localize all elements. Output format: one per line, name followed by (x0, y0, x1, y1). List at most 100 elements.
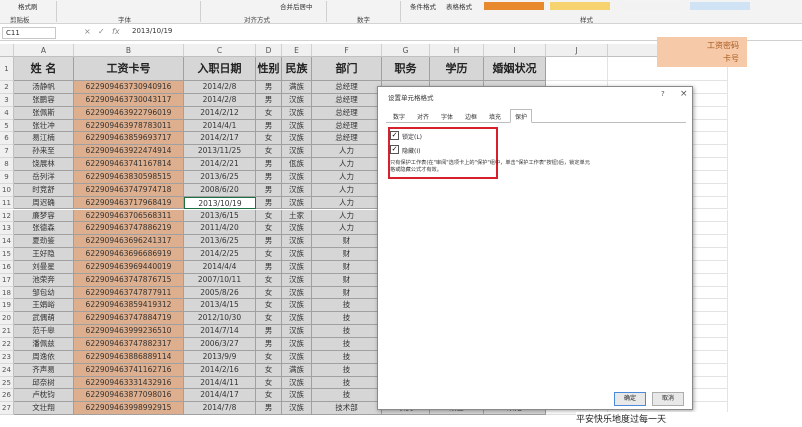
column-header[interactable]: B (74, 44, 184, 57)
row-header[interactable]: 19 (0, 299, 14, 313)
table-cell[interactable]: 张德森 (14, 222, 74, 236)
table-cell[interactable]: 人力 (312, 158, 382, 171)
table-cell[interactable]: 潘佩兹 (14, 338, 74, 351)
table-cell[interactable]: 饶展林 (14, 158, 74, 171)
table-cell[interactable]: 刘曼星 (14, 260, 74, 274)
table-cell[interactable]: 汉族 (282, 273, 312, 287)
table-cell[interactable]: 622909463747876715 (74, 273, 184, 287)
row-header[interactable]: 18 (0, 286, 14, 300)
table-cell[interactable]: 男 (256, 93, 282, 107)
table-cell[interactable]: 人力 (312, 145, 382, 159)
close-icon[interactable]: × (680, 89, 688, 99)
table-cell[interactable]: 女 (256, 209, 282, 223)
table-header-cell[interactable]: 婚姻状况 (484, 57, 546, 81)
table-header-cell[interactable]: 部门 (312, 57, 382, 81)
column-header[interactable]: I (484, 44, 546, 57)
table-cell[interactable]: 2011/4/20 (184, 222, 256, 236)
table-cell[interactable]: 2014/7/8 (184, 402, 256, 416)
table-cell[interactable]: 佤族 (282, 158, 312, 171)
table-cell[interactable]: 技 (312, 338, 382, 351)
table-cell[interactable]: 汉族 (282, 299, 312, 313)
table-cell[interactable]: 女 (256, 312, 282, 326)
table-cell[interactable]: 张鹏容 (14, 93, 74, 107)
table-cell[interactable]: 女 (256, 389, 282, 403)
table-cell[interactable]: 总经理 (312, 132, 382, 146)
table-cell[interactable]: 技 (312, 350, 382, 364)
table-cell[interactable]: 王好隐 (14, 248, 74, 261)
ok-button[interactable]: 确定 (614, 392, 646, 406)
table-cell[interactable]: 622909463696686919 (74, 248, 184, 261)
style-swatch-3[interactable] (620, 2, 680, 10)
table-cell[interactable]: 女 (256, 286, 282, 300)
formula-input[interactable]: 2013/10/19 (132, 27, 172, 35)
table-cell[interactable]: 2013/6/15 (184, 209, 256, 223)
table-cell[interactable]: 622909463730043117 (74, 93, 184, 107)
table-header-cell[interactable]: 工资卡号 (74, 57, 184, 81)
table-cell[interactable]: 汉族 (282, 312, 312, 326)
table-header-cell[interactable]: 姓 名 (14, 57, 74, 81)
table-cell[interactable]: 汉族 (282, 183, 312, 197)
table-cell[interactable]: 人力 (312, 170, 382, 184)
table-cell[interactable]: 622909463741162716 (74, 363, 184, 377)
table-cell[interactable]: 总经理 (312, 81, 382, 94)
table-cell[interactable]: 汉族 (282, 119, 312, 133)
table-cell[interactable]: 张壮冲 (14, 119, 74, 133)
table-cell[interactable]: 2013/9/9 (184, 350, 256, 364)
grid-cell[interactable] (546, 57, 608, 81)
table-cell[interactable]: 622909463717968419 (74, 196, 184, 210)
table-cell[interactable]: 总经理 (312, 93, 382, 107)
table-cell[interactable]: 财 (312, 248, 382, 261)
table-cell[interactable]: 周迟确 (14, 196, 74, 210)
table-cell[interactable]: 汉族 (282, 260, 312, 274)
row-header[interactable]: 3 (0, 93, 14, 107)
table-cell[interactable]: 总经理 (312, 119, 382, 133)
tab-font[interactable]: 字体 (438, 111, 456, 122)
style-swatch-1[interactable] (484, 2, 544, 10)
table-cell[interactable]: 技术部 (312, 402, 382, 416)
style-swatch-4[interactable] (690, 2, 750, 10)
table-cell[interactable]: 622909463706568311 (74, 209, 184, 223)
table-cell[interactable]: 汉族 (282, 235, 312, 249)
row-header[interactable]: 11 (0, 196, 14, 210)
row-header[interactable]: 21 (0, 325, 14, 338)
column-header[interactable]: J (546, 44, 608, 57)
conditional-format-button[interactable]: 条件格式 (410, 1, 436, 11)
table-cell[interactable]: 女 (256, 248, 282, 261)
table-cell[interactable]: 齐声易 (14, 363, 74, 377)
table-cell[interactable]: 满族 (282, 81, 312, 94)
table-cell[interactable]: 2014/2/16 (184, 363, 256, 377)
table-cell[interactable]: 2014/2/12 (184, 106, 256, 120)
table-header-cell[interactable]: 性别 (256, 57, 282, 81)
table-cell[interactable]: 汉族 (282, 222, 312, 236)
tab-fill[interactable]: 填充 (486, 111, 504, 122)
table-cell[interactable]: 孙来至 (14, 145, 74, 159)
cancel-button[interactable]: 取消 (652, 392, 684, 406)
row-header[interactable]: 4 (0, 106, 14, 120)
table-cell[interactable]: 2013/10/19 (184, 196, 256, 210)
table-header-cell[interactable]: 入职日期 (184, 57, 256, 81)
row-header[interactable]: 16 (0, 260, 14, 274)
table-header-cell[interactable]: 职务 (382, 57, 430, 81)
function-icon[interactable]: fx (112, 27, 120, 36)
table-cell[interactable]: 女 (256, 363, 282, 377)
column-header[interactable]: D (256, 44, 282, 57)
table-cell[interactable]: 2013/6/25 (184, 170, 256, 184)
table-cell[interactable]: 男 (256, 235, 282, 249)
table-cell[interactable]: 卢枕钧 (14, 389, 74, 403)
table-cell[interactable]: 2008/6/20 (184, 183, 256, 197)
table-cell[interactable]: 622909463741167814 (74, 158, 184, 171)
table-cell[interactable]: 622909463886889114 (74, 350, 184, 364)
table-cell[interactable]: 622909463922796019 (74, 106, 184, 120)
table-cell[interactable]: 622909463747886219 (74, 222, 184, 236)
tab-alignment[interactable]: 对齐 (414, 111, 432, 122)
table-cell[interactable]: 622909463331432916 (74, 376, 184, 390)
table-cell[interactable]: 2014/2/25 (184, 248, 256, 261)
table-cell[interactable]: 女 (256, 106, 282, 120)
table-cell[interactable]: 622909463730940916 (74, 81, 184, 94)
table-cell[interactable]: 汉族 (282, 196, 312, 210)
table-cell[interactable]: 2014/7/14 (184, 325, 256, 338)
table-cell[interactable]: 汉族 (282, 132, 312, 146)
table-cell[interactable]: 池荣奔 (14, 273, 74, 287)
tab-protection[interactable]: 保护 (510, 109, 533, 123)
table-cell[interactable]: 武偶萌 (14, 312, 74, 326)
